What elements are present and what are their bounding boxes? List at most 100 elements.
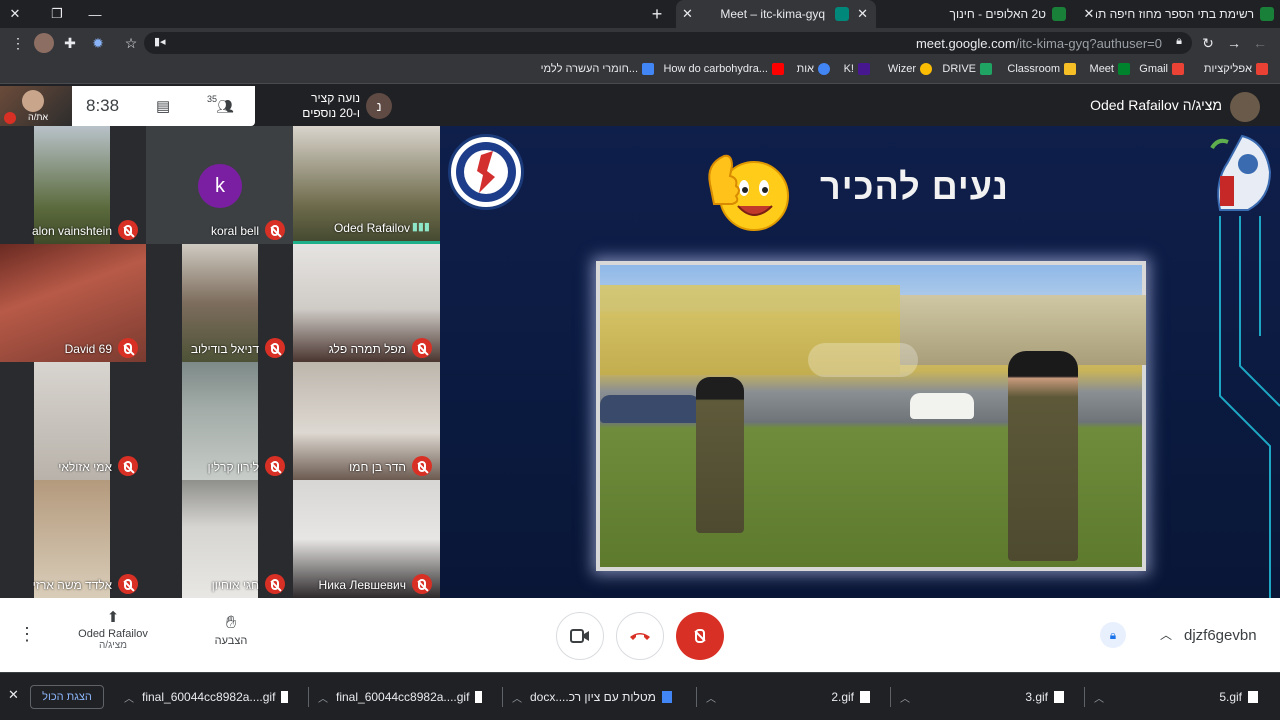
download-item[interactable]: ︿ final_60044cc8982a....gif xyxy=(318,685,488,709)
speaking-indicator-icon: ▮▮▮ xyxy=(411,221,430,233)
bookmark-classroom[interactable]: Classroom xyxy=(1007,63,1076,75)
bookmark-drive[interactable]: DRIVE xyxy=(942,63,992,75)
participant-tile[interactable]: דניאל בודילוב xyxy=(146,244,293,362)
docx-file-icon xyxy=(661,691,672,703)
meeting-clock: 8:38 xyxy=(86,96,120,115)
participant-name: מפל תמרה פלג xyxy=(328,342,406,356)
meeting-code[interactable]: djzf6gevbn xyxy=(1184,627,1257,644)
leave-call-button[interactable] xyxy=(616,612,664,660)
download-filename: 5.gif xyxy=(1219,690,1242,704)
download-filename: final_60044cc8982a....gif xyxy=(142,690,276,704)
mic-off-icon xyxy=(4,112,16,124)
bookmark-enrichment[interactable]: חומרי העשרה ללמי... xyxy=(541,63,654,75)
participant-tile-active[interactable]: Oded Rafailov ▮▮▮ xyxy=(293,126,440,244)
show-all-downloads-button[interactable]: הצגת הכול xyxy=(30,685,104,709)
download-item[interactable]: ︿ מטלות עם ציון רכ....docx xyxy=(512,685,682,709)
camera-indicator-icon[interactable]: ▮◂ xyxy=(154,35,166,48)
speaker-name: נועה קציר xyxy=(311,91,360,105)
mic-off-icon xyxy=(118,220,138,240)
participant-tile[interactable]: Ника Левшевич xyxy=(293,480,440,598)
classroom-favicon-icon xyxy=(1052,7,1066,21)
reload-icon[interactable]: ↻ xyxy=(1198,33,1218,53)
separator xyxy=(502,687,503,707)
separator xyxy=(1084,687,1085,707)
parked-car xyxy=(600,395,700,423)
download-item[interactable]: ︿ 5.gif xyxy=(1094,685,1264,709)
bookmark-kahoot[interactable]: K! xyxy=(844,63,870,75)
back-icon[interactable]: → xyxy=(1224,33,1244,53)
file-icon xyxy=(860,691,870,703)
chevron-up-icon: ︿ xyxy=(124,693,134,705)
minimize-window-icon[interactable]: — xyxy=(84,4,106,24)
bookmark-meet[interactable]: Meet xyxy=(1090,63,1130,75)
download-item[interactable]: ︿ final_60044cc8982a....gif xyxy=(124,685,294,709)
forward-icon[interactable]: ← xyxy=(1250,33,1270,53)
more-options-icon[interactable]: ⋮ xyxy=(18,624,36,645)
image-overlay-toolbar[interactable] xyxy=(808,343,918,377)
participant-name: לירון קרלין xyxy=(207,460,259,474)
close-tab-icon[interactable]: ✕ xyxy=(682,6,693,22)
lock-icon[interactable]: 🔒︎ xyxy=(1176,35,1182,48)
participant-tile[interactable]: מפל תמרה פלג xyxy=(293,244,440,362)
menu-dots-icon[interactable]: ⋮ xyxy=(8,33,28,53)
participant-tile[interactable]: David 69 xyxy=(0,244,146,362)
presenting-info[interactable]: ⬆︎ Oded Rafailov מציג/ה xyxy=(62,608,164,651)
participant-tile[interactable]: חגי אוחיון xyxy=(146,480,293,598)
participant-tile[interactable]: אלדד משה ארזי xyxy=(0,480,146,598)
youtube-icon xyxy=(772,63,784,75)
soldier-figure xyxy=(1008,351,1078,561)
participant-tile[interactable]: לירון קרלין xyxy=(146,362,293,480)
people-icon[interactable]: 👥︎ xyxy=(216,98,234,115)
bookmark-wizer[interactable]: Wizer xyxy=(888,63,932,75)
profile-avatar-icon[interactable] xyxy=(34,33,54,53)
video-camera-icon xyxy=(570,629,589,643)
bookmark-gmail[interactable]: Gmail xyxy=(1139,63,1184,75)
mic-off-icon xyxy=(265,456,285,476)
tab-schools[interactable]: רשימת בתי הספר מחוז חיפה תח xyxy=(1096,0,1280,28)
mic-off-icon xyxy=(265,338,285,358)
participant-name: אלדד משה ארזי xyxy=(32,578,112,592)
extensions-icon[interactable]: ✚ xyxy=(60,33,80,53)
close-downloads-icon[interactable]: ✕ xyxy=(8,687,19,703)
presenting-name: Oded Rafailov xyxy=(78,628,148,640)
participant-name: David 69 xyxy=(64,342,112,356)
presenting-role: מציג/ה xyxy=(98,640,128,651)
participant-tile[interactable]: הדר בן חמו xyxy=(293,362,440,480)
parked-car xyxy=(910,393,974,419)
camera-button[interactable] xyxy=(556,612,604,660)
raise-hand-label: הצבעה xyxy=(214,635,248,647)
participant-name: Ника Левшевич xyxy=(318,578,406,592)
bookmark-star-icon[interactable]: ☆ xyxy=(121,33,141,53)
chat-icon[interactable]: ▤ xyxy=(156,97,170,115)
extension-gear-icon[interactable]: ✹ xyxy=(88,33,108,53)
close-window-icon[interactable]: ✕ xyxy=(4,4,26,24)
security-shield-button[interactable]: 🔒︎ xyxy=(1100,622,1126,648)
download-item[interactable]: ︿ 3.gif xyxy=(900,685,1070,709)
chevron-up-icon: ︿ xyxy=(1094,693,1104,705)
chevron-up-icon: ︿ xyxy=(318,693,328,705)
download-item[interactable]: ︿ 2.gif xyxy=(706,685,876,709)
address-bar[interactable]: ▮◂ meet.google.com/itc-kima-gyq?authuser… xyxy=(144,32,1192,54)
chevron-up-icon[interactable]: ︿ xyxy=(1160,626,1172,643)
raise-hand-button[interactable]: ✋︎ הצבעה xyxy=(200,612,262,647)
participant-name: אמי אזולאי xyxy=(58,460,112,474)
classroom-icon xyxy=(1064,63,1076,75)
presentation-view: נעים להכיר xyxy=(440,126,1280,598)
chevron-up-icon: ︿ xyxy=(900,693,910,705)
close-tab-icon[interactable]: ✕ xyxy=(857,6,868,22)
mic-toggle-button[interactable] xyxy=(676,612,724,660)
bookmark-youtube[interactable]: How do carbohydra... xyxy=(663,63,784,75)
new-tab-icon[interactable]: + xyxy=(646,4,668,24)
tab-class[interactable]: ט2 האלופים - חינוך xyxy=(890,0,1070,28)
participant-name: alon vainshtein xyxy=(31,224,112,238)
participant-tile[interactable]: alon vainshtein xyxy=(0,126,146,244)
shield-lock-icon: 🔒︎ xyxy=(1109,627,1117,642)
participant-tile[interactable]: אמי אזולאי xyxy=(0,362,146,480)
self-view-thumbnail[interactable]: את/ה xyxy=(0,86,72,126)
restore-window-icon[interactable]: ❐ xyxy=(46,4,68,24)
tab-meet[interactable]: ✕ Meet – itc-kima-gyq ✕ xyxy=(676,0,876,28)
participant-tile[interactable]: k koral bell xyxy=(146,126,293,244)
bookmark-apps[interactable]: אפליקציות xyxy=(1204,63,1268,75)
gmail-icon xyxy=(1172,63,1184,75)
bookmark-ot[interactable]: אות xyxy=(797,63,830,75)
